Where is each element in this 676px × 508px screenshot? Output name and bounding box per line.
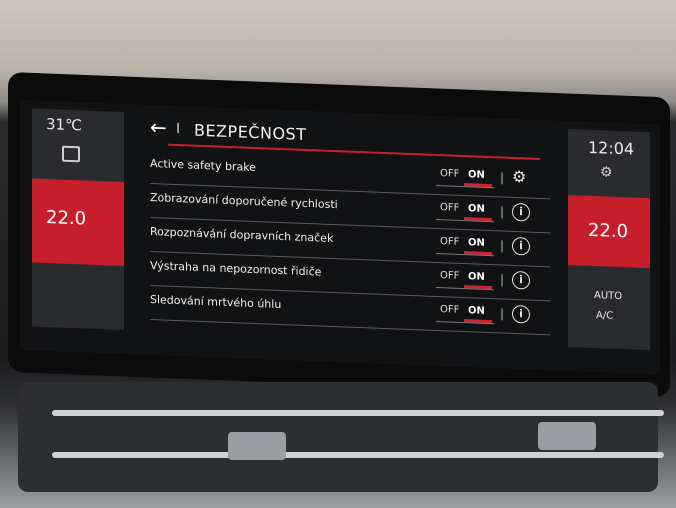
info-icon[interactable]: i <box>512 202 530 222</box>
vent-knob-left <box>228 432 286 460</box>
left-temperature-control[interactable]: 22.0 <box>32 178 124 266</box>
right-temperature-value: 22.0 <box>588 219 629 243</box>
toggle-on[interactable]: ON <box>468 203 485 215</box>
row-separator: | <box>500 306 505 321</box>
info-icon[interactable]: i <box>512 304 530 324</box>
toggle-speed-recommendation[interactable]: OFF ON <box>436 200 496 223</box>
toggle-on[interactable]: ON <box>468 305 485 317</box>
windows-icon[interactable] <box>62 145 80 163</box>
info-icon[interactable]: i <box>512 270 530 290</box>
air-vent <box>18 382 664 492</box>
toggle-off[interactable]: OFF <box>440 168 459 180</box>
page-title: BEZPEČNOST <box>194 120 307 145</box>
setting-label: Zobrazování doporučené rychlosti <box>150 190 338 212</box>
setting-label: Výstraha na nepozornost řidiče <box>150 258 322 279</box>
setting-label: Sledování mrtvého úhlu <box>150 292 282 312</box>
row-separator: | <box>500 170 505 185</box>
vent-knob-right <box>538 422 596 450</box>
toggle-off[interactable]: OFF <box>440 270 459 282</box>
vent-slat <box>52 452 664 458</box>
toggle-on[interactable]: ON <box>468 271 485 283</box>
toggle-on[interactable]: ON <box>468 169 485 181</box>
clock: 12:04 <box>588 137 635 159</box>
toggle-off[interactable]: OFF <box>440 202 459 214</box>
ac-button[interactable]: A/C <box>596 310 613 322</box>
security-settings-panel: ← I BEZPEČNOST Active safety brake OFF O… <box>140 111 560 347</box>
row-separator: | <box>500 238 505 253</box>
toggle-active-safety-brake[interactable]: OFF ON <box>436 166 496 189</box>
toggle-driver-attention-warning[interactable]: OFF ON <box>436 268 496 291</box>
toggle-traffic-sign-recognition[interactable]: OFF ON <box>436 234 496 257</box>
outside-temperature: 31℃ <box>46 114 82 135</box>
toggle-on[interactable]: ON <box>468 237 485 249</box>
row-separator: | <box>500 272 505 287</box>
setting-label: Rozpoznávání dopravních značek <box>150 224 334 246</box>
toggle-off[interactable]: OFF <box>440 236 459 248</box>
info-icon[interactable]: i <box>512 236 530 256</box>
row-separator: | <box>500 204 505 219</box>
gear-icon[interactable]: ⚙ <box>512 167 526 187</box>
back-arrow-icon[interactable]: ← <box>150 115 167 140</box>
auto-climate-button[interactable]: AUTO <box>594 290 622 302</box>
right-climate-panel: 12:04 ⚙ 22.0 AUTO A/C <box>568 129 650 351</box>
setting-label: Active safety brake <box>150 156 256 175</box>
toggle-off[interactable]: OFF <box>440 304 459 316</box>
left-temperature-value: 22.0 <box>46 206 87 230</box>
header-separator: I <box>176 120 181 138</box>
left-climate-panel: 31℃ 22.0 <box>32 108 124 330</box>
infotainment-screen: 31℃ 22.0 ← I BEZPEČNOST Active safety br… <box>20 100 660 375</box>
toggle-blind-spot-monitoring[interactable]: OFF ON <box>436 302 496 325</box>
vent-slat <box>52 410 664 416</box>
settings-gear-icon[interactable]: ⚙ <box>600 164 613 180</box>
right-temperature-control[interactable]: 22.0 <box>568 195 650 269</box>
